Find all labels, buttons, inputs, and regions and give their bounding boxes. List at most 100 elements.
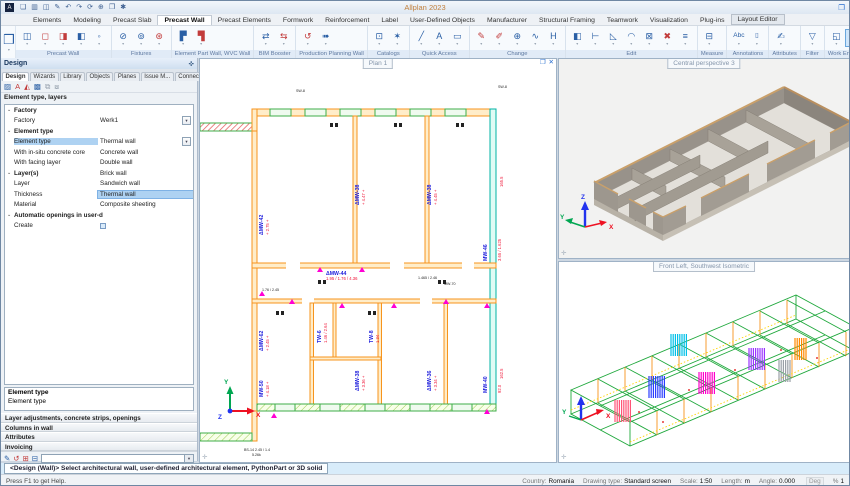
dropdown-button[interactable]: ▾ (182, 116, 191, 125)
palette-tool-icon[interactable]: ⧇ (54, 83, 59, 91)
palette-tab[interactable]: Issue M... (141, 72, 174, 81)
palette-tab[interactable]: Planes (114, 72, 139, 81)
status-field[interactable]: Angle: 0.000 (759, 478, 795, 485)
ribbon-tool[interactable]: ⊟▾ (701, 30, 718, 46)
property-row[interactable]: ⌄ Element type Thermal wall ▾ (5, 137, 193, 148)
ribbon-tab[interactable]: Modeling (67, 16, 107, 25)
ribbon-tool[interactable]: ⊚▾ (133, 30, 150, 46)
ribbon-project-tool[interactable]: ❒ ▾ (3, 26, 16, 58)
ribbon-tool[interactable]: ✐▾ (491, 30, 508, 46)
collapsed-section-bar[interactable]: Columns in wall (1, 423, 197, 433)
palette-title-bar[interactable]: Design ✜ (1, 58, 197, 69)
ribbon-tool[interactable]: ⊘▾ (115, 30, 132, 46)
collapse-chevron-icon[interactable]: ⌄ (7, 129, 14, 134)
palette-tool-icon[interactable]: Α (15, 83, 20, 91)
property-row[interactable]: ⌄ Thickness Thermal wall ▾ (5, 189, 193, 200)
viewport-isometric[interactable]: Y X Front Left, Southwest Isometric ✛ (558, 261, 850, 463)
collapsed-section-bar[interactable]: Layer adjustments, concrete strips, open… (1, 413, 197, 423)
property-row[interactable]: ⌄ Element type ▾ (5, 126, 193, 137)
property-row[interactable]: ⌄ Material Composite sheeting ▾ (5, 200, 193, 211)
property-row[interactable]: ⌄ Layer(s) Brick wall ▾ (5, 168, 193, 179)
quick-access-icon[interactable]: ❏ (20, 4, 26, 11)
collapse-chevron-icon[interactable]: ⌄ (7, 171, 14, 176)
ribbon-tab[interactable]: Precast Slab (107, 16, 158, 25)
ribbon-tool[interactable]: ✎▾ (473, 30, 490, 46)
ribbon-tool[interactable]: ▭▾ (449, 30, 466, 46)
element-type-box-link[interactable]: Element type (8, 398, 190, 405)
viewport-plan-title[interactable]: Plan 1 (363, 59, 393, 69)
ribbon-tool[interactable]: ⊡▾ (371, 30, 388, 46)
property-row[interactable]: ⌄ With in-situ concrete core Concrete wa… (5, 147, 193, 158)
palette-tool-icon[interactable]: ▩ (34, 83, 41, 91)
property-value[interactable]: Thermal wall (98, 138, 182, 145)
palette-tool-icon[interactable]: ⧉ (45, 83, 50, 91)
viewport-corner-icon[interactable]: ✛ (561, 251, 566, 258)
palette-tab[interactable]: Library (60, 72, 85, 81)
ribbon-tool[interactable]: ⊛▾ (151, 30, 168, 46)
ribbon-tool[interactable]: ⊠▾ (641, 30, 658, 46)
ribbon-tool[interactable]: ⊕▾ (509, 30, 526, 46)
ribbon-tool[interactable]: ◧▾ (569, 30, 586, 46)
app-menu-button[interactable]: A (5, 3, 14, 12)
ribbon-tool[interactable]: ▯▾ (748, 30, 765, 46)
ribbon-tool[interactable]: ▽▾ (804, 30, 821, 46)
quick-access-icon[interactable]: ⊕ (98, 4, 104, 11)
ribbon-tab[interactable]: Teamwork (601, 16, 644, 25)
collapsed-section-bar[interactable]: Attributes (1, 432, 197, 442)
status-field[interactable]: Length: m (721, 478, 750, 485)
collapsed-section-bar[interactable]: Invoicing (1, 442, 197, 452)
status-field[interactable]: Scale: 1:50 (680, 478, 712, 485)
quick-access-icon[interactable]: ✎ (55, 4, 61, 11)
pin-icon[interactable]: ✜ (189, 60, 194, 68)
footer-tool-icon[interactable]: ⊟ (32, 455, 38, 463)
ribbon-tool[interactable]: ⊢▾ (587, 30, 604, 46)
property-row[interactable]: ⌄ Factory ▾ (5, 105, 193, 116)
property-value[interactable]: Werk1 (98, 117, 182, 124)
create-checkbox[interactable] (100, 223, 106, 229)
ribbon-tool[interactable]: ◻▾ (37, 30, 54, 46)
quick-access-icon[interactable]: ❒ (109, 4, 115, 11)
ribbon-tool[interactable]: ╱▾ (413, 30, 430, 46)
palette-tool-icon[interactable]: ◭ (24, 83, 30, 91)
viewport-isometric-title[interactable]: Front Left, Southwest Isometric (653, 262, 755, 272)
property-value[interactable]: Sandwich wall (98, 180, 193, 187)
ribbon-tool[interactable]: ✖▾ (659, 30, 676, 46)
property-row[interactable]: ⌄ Create ▾ (5, 221, 193, 232)
collapse-chevron-icon[interactable]: ⌄ (7, 108, 14, 113)
ribbon-tab[interactable]: Elements (27, 16, 67, 25)
footer-tool-icon[interactable]: ⊞ (23, 455, 29, 463)
property-value[interactable]: Brick wall (98, 170, 193, 177)
palette-tool-icon[interactable]: ▨ (4, 83, 11, 91)
property-row[interactable]: ⌄ With facing layer Double wall ▾ (5, 158, 193, 169)
combobox-dropdown-icon[interactable]: ▾ (184, 455, 193, 462)
ribbon-tab[interactable]: Formwork (277, 16, 319, 25)
ribbon-tab[interactable]: Precast Elements (212, 16, 277, 25)
dropdown-button[interactable]: ▾ (182, 137, 191, 146)
ribbon-tool[interactable]: ✍▾ (772, 30, 789, 46)
ribbon-tool[interactable]: ↺▾ (299, 30, 316, 46)
ribbon-tab[interactable]: Layout Editor (731, 14, 785, 25)
footer-tool-icon[interactable]: ✎ (4, 455, 10, 463)
collapse-chevron-icon[interactable]: ⌄ (7, 213, 14, 218)
ribbon-tool[interactable]: ⇆▾ (275, 30, 292, 46)
ribbon-tool[interactable]: ◫▾ (19, 30, 36, 46)
ribbon-tool[interactable]: Abc▾ (730, 30, 747, 46)
palette-tab[interactable]: Wizards (30, 72, 59, 81)
property-row[interactable]: ⌄ Factory Werk1 ▾ (5, 116, 193, 127)
property-row[interactable]: ⌄ Layer Sandwich wall ▾ (5, 179, 193, 190)
viewport-perspective-title[interactable]: Central perspective 3 (667, 59, 740, 69)
maximize-icon[interactable]: ❐ (540, 60, 546, 67)
ribbon-tool[interactable]: ◱▾ (828, 30, 845, 46)
ribbon-tab[interactable]: User-Defined Objects (404, 16, 481, 25)
ribbon-tool[interactable]: ◺▾ (605, 30, 622, 46)
palette-tab[interactable]: Design (2, 72, 29, 81)
status-field[interactable]: % 1 (833, 478, 844, 485)
viewport-corner-icon[interactable]: ✛ (202, 455, 207, 462)
ribbon-tool[interactable]: ▛▾ (175, 30, 192, 46)
ribbon-tool[interactable]: ◠▾ (623, 30, 640, 46)
quick-access-icon[interactable]: ↶ (65, 4, 71, 11)
property-row[interactable]: ⌄ Automatic openings in user-defined arc… (5, 210, 193, 221)
ribbon-tool[interactable]: ◲▾ (846, 30, 850, 46)
favorites-combobox[interactable]: ▾ (41, 454, 194, 463)
property-value[interactable]: Double wall (98, 159, 193, 166)
